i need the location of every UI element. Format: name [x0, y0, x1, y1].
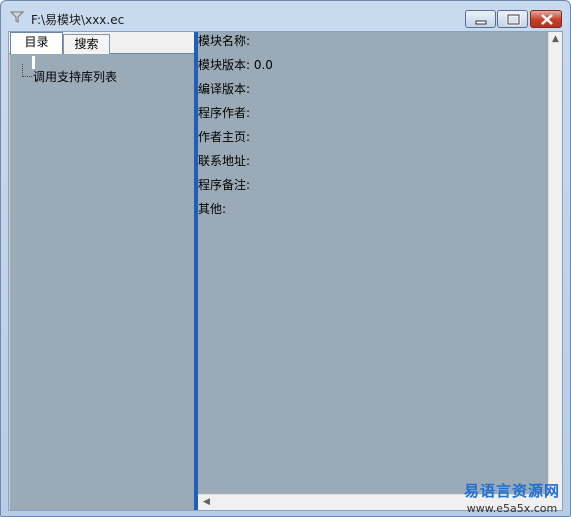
other-line: 其他:: [198, 202, 227, 216]
close-button[interactable]: [530, 10, 562, 28]
client-area: 目录 搜索 调用支持库列表 模块名称: 模块版本: 0.0 编译版本: 程序作者…: [8, 31, 563, 511]
funnel-icon: [9, 10, 25, 24]
scroll-left-icon[interactable]: ◀: [203, 498, 210, 507]
directory-tree[interactable]: 调用支持库列表: [9, 54, 194, 510]
window-title: F:\易模块\xxx.ec: [31, 13, 125, 27]
program-notes-line: 程序备注:: [198, 178, 251, 192]
title-bar[interactable]: F:\易模块\xxx.ec: [1, 1, 570, 31]
author-homepage-line: 作者主页:: [198, 130, 251, 144]
scroll-up-icon[interactable]: ▲: [552, 35, 559, 44]
app-window: F:\易模块\xxx.ec 目录 搜索 调用支持库列表 模块名称: 模块版本: …: [0, 0, 571, 517]
tree-item-support-libraries[interactable]: 调用支持库列表: [33, 68, 117, 85]
left-pane: 目录 搜索 调用支持库列表: [9, 32, 194, 510]
module-name-line: 模块名称:: [198, 34, 251, 48]
tab-directory[interactable]: 目录: [10, 32, 63, 55]
tab-strip: 目录 搜索: [9, 32, 194, 55]
maximize-icon: [506, 13, 521, 26]
minimize-icon: [475, 20, 487, 25]
tab-search[interactable]: 搜索: [63, 34, 110, 54]
contact-address-line: 联系地址:: [198, 154, 251, 168]
author-line: 程序作者:: [198, 106, 251, 120]
compile-version-line: 编译版本:: [198, 82, 251, 96]
tree-connector: [22, 64, 32, 77]
close-icon: [541, 14, 553, 25]
minimize-button[interactable]: [465, 10, 496, 28]
vertical-scrollbar[interactable]: ▲: [548, 32, 562, 494]
horizontal-scrollbar[interactable]: ◀: [198, 494, 548, 510]
module-info-pane: 模块名称: 模块版本: 0.0 编译版本: 程序作者: 作者主页: 联系地址: …: [198, 32, 562, 510]
maximize-button[interactable]: [497, 10, 528, 28]
scrollbar-corner: [548, 494, 562, 510]
module-version-line: 模块版本: 0.0: [198, 58, 273, 72]
